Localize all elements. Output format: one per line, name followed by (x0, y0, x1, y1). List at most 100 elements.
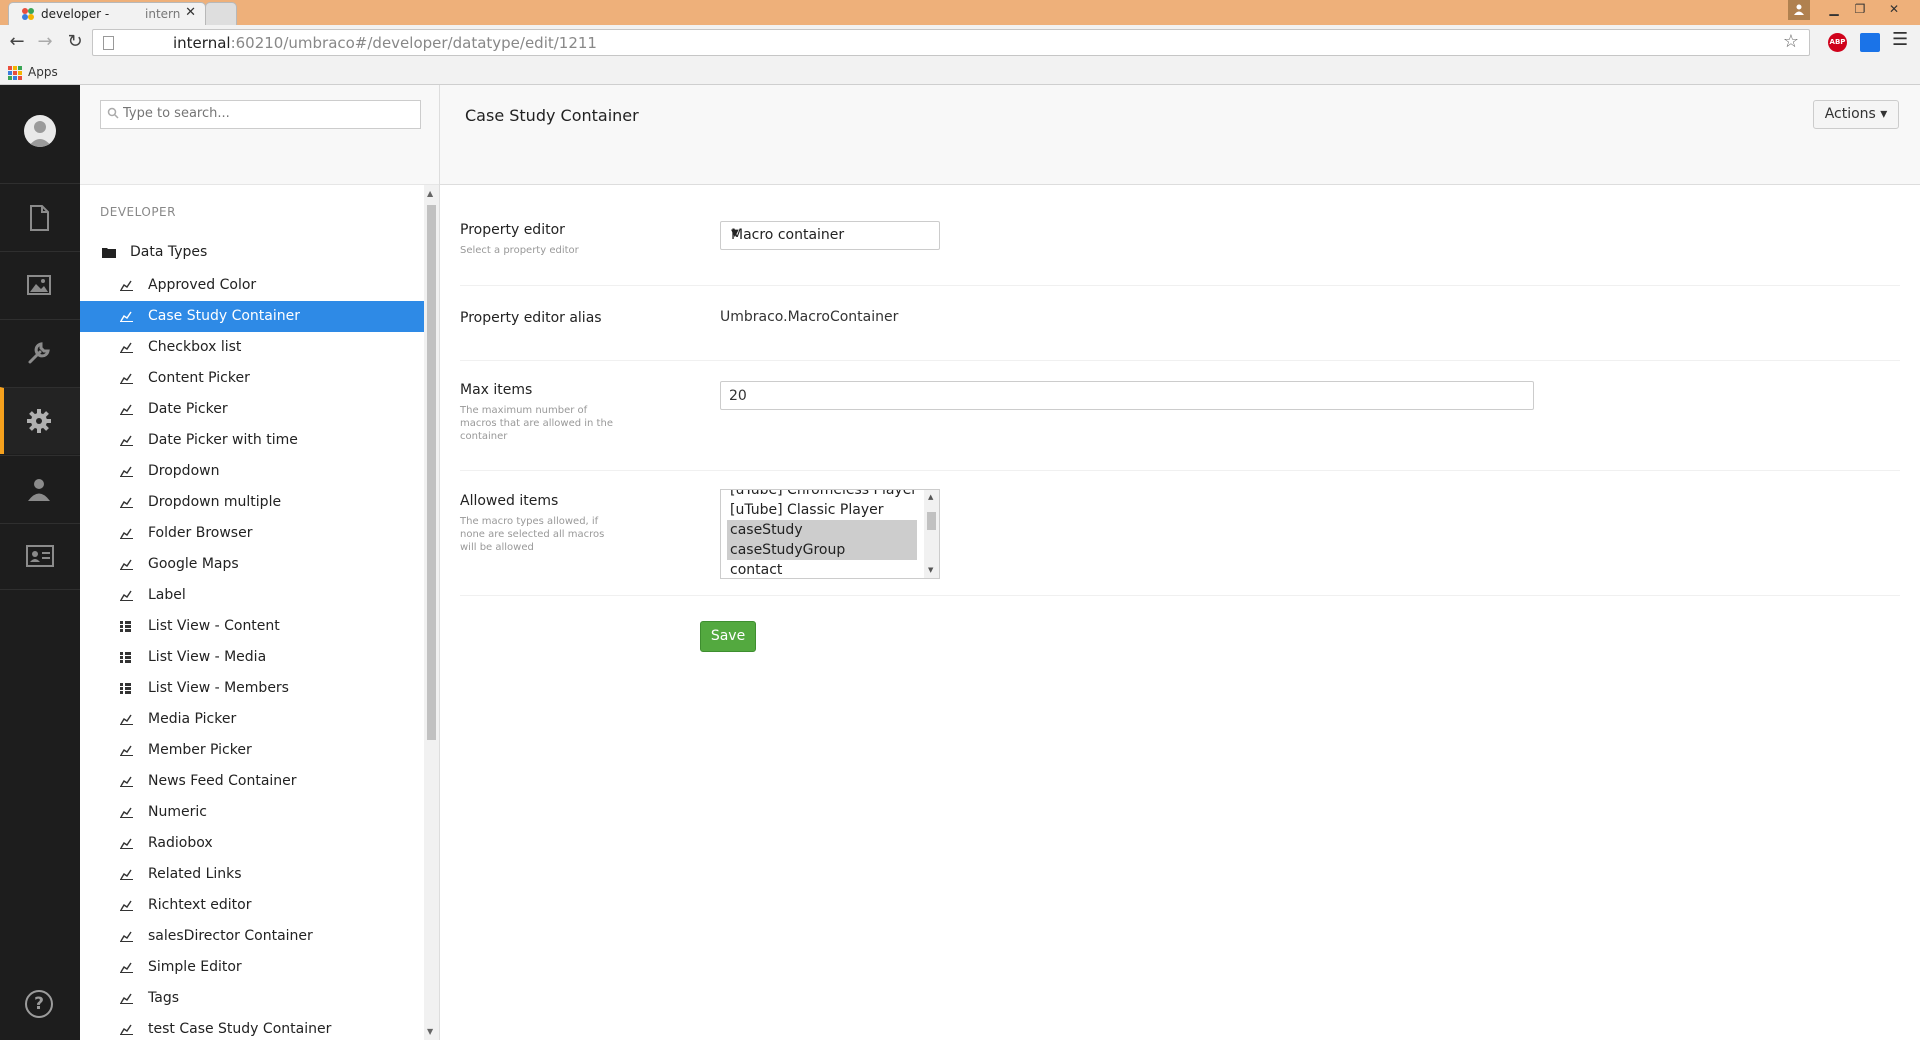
datatype-icon (120, 838, 133, 849)
forward-arrow-icon[interactable]: → (34, 31, 56, 53)
tree-list: Approved Color Case Study Container Checkb… (80, 270, 424, 1040)
section-users[interactable] (0, 455, 80, 522)
allowed-item-option[interactable]: [uTube] Chromeless Player M (727, 490, 917, 500)
tree-item[interactable]: Member Picker (80, 735, 424, 766)
window-restore-button[interactable]: ❐ (1848, 0, 1872, 20)
tree-item[interactable]: Radiobox (80, 828, 424, 859)
tree-item[interactable]: Case Study Container (80, 301, 424, 332)
section-developer[interactable] (0, 387, 80, 454)
datatype-icon (120, 931, 133, 942)
actions-dropdown-button[interactable]: Actions ▾ (1813, 100, 1899, 129)
tree-section-title: DEVELOPER (100, 205, 176, 219)
datatype-icon (120, 435, 133, 446)
save-button[interactable]: Save (700, 621, 756, 652)
scroll-down-arrow-icon[interactable]: ▼ (427, 1027, 433, 1036)
tree-item[interactable]: Checkbox list (80, 332, 424, 363)
datatype-icon (120, 869, 133, 880)
tab-title: developer - (41, 7, 110, 21)
section-media[interactable] (0, 251, 80, 318)
tree-search-box[interactable] (100, 100, 421, 129)
tree-item-label: Approved Color (148, 277, 257, 293)
tree-item-label: Case Study Container (148, 308, 300, 324)
tree-item[interactable]: List View - Members (80, 673, 424, 704)
listbox-scrollbar[interactable]: ▲ ▼ (924, 490, 939, 578)
datatype-icon (120, 590, 133, 601)
window-close-button[interactable]: ✕ (1874, 0, 1914, 20)
tree-search-input[interactable] (123, 106, 413, 121)
tree-item[interactable]: Label (80, 580, 424, 611)
allowed-item-option[interactable]: caseStudy (727, 520, 917, 540)
address-bar[interactable]: internal:60210/umbraco#/developer/dataty… (92, 29, 1810, 56)
max-items-row: Max items The maximum number of macros t… (460, 361, 1900, 471)
apps-bookmark[interactable]: Apps (28, 65, 58, 79)
tree-scrollbar[interactable]: ▲ ▼ (424, 185, 439, 1040)
folder-icon (102, 248, 116, 258)
tree-item[interactable]: News Feed Container (80, 766, 424, 797)
section-content[interactable] (0, 183, 80, 250)
new-tab-button[interactable] (205, 2, 237, 25)
listbox-scroll-down-icon[interactable]: ▼ (928, 566, 933, 574)
listbox-scroll-up-icon[interactable]: ▲ (928, 493, 933, 501)
bookmark-star-icon[interactable]: ☆ (1783, 31, 1799, 52)
property-editor-description: Select a property editor (460, 245, 579, 256)
tree-item[interactable]: List View - Content (80, 611, 424, 642)
tree-item[interactable]: Numeric (80, 797, 424, 828)
property-editor-row: Property editor Select a property editor… (460, 186, 1900, 286)
datatype-icon (120, 745, 133, 756)
tree-item[interactable]: Tags (80, 983, 424, 1014)
umbraco-favicon-icon (22, 8, 34, 20)
tree-item[interactable]: Google Maps (80, 549, 424, 580)
tree-item[interactable]: Media Picker (80, 704, 424, 735)
datatype-icon (120, 311, 133, 322)
tree-item[interactable]: Approved Color (80, 270, 424, 301)
listbox-scroll-thumb[interactable] (927, 512, 936, 530)
section-members[interactable] (0, 523, 80, 590)
tree-item[interactable]: Dropdown (80, 456, 424, 487)
section-sidebar: ? (0, 85, 80, 1040)
allowed-item-option[interactable]: [uTube] Classic Player (727, 500, 917, 520)
tree-item[interactable]: Richtext editor (80, 890, 424, 921)
tree-item-label: Dropdown (148, 463, 220, 479)
tree-item[interactable]: Folder Browser (80, 518, 424, 549)
tree-item-label: List View - Media (148, 649, 267, 665)
tree-item[interactable]: test Case Study Container (80, 1014, 424, 1040)
datatype-icon (120, 776, 133, 787)
browser-menu-icon[interactable]: ☰ (1892, 29, 1908, 50)
browser-user-icon[interactable] (1788, 0, 1810, 20)
back-arrow-icon[interactable]: ← (6, 31, 28, 53)
help-icon[interactable]: ? (25, 990, 53, 1018)
tree-item-label: List View - Members (148, 680, 289, 696)
reload-icon[interactable]: ↻ (64, 31, 86, 53)
scroll-up-arrow-icon[interactable]: ▲ (427, 189, 433, 198)
tree-item[interactable]: Simple Editor (80, 952, 424, 983)
tree-item[interactable]: Related Links (80, 859, 424, 890)
apps-grid-icon[interactable] (8, 66, 22, 80)
browser-tab-active[interactable]: developer - intern ✕ (8, 2, 206, 25)
url-text[interactable]: internal:60210/umbraco#/developer/dataty… (173, 34, 597, 52)
tree-item-label: test Case Study Container (148, 1021, 332, 1037)
max-items-input[interactable] (720, 381, 1534, 410)
adblock-extension-icon[interactable]: ABP (1828, 33, 1847, 52)
tree-item[interactable]: Content Picker (80, 363, 424, 394)
tab-close-icon[interactable]: ✕ (185, 5, 196, 20)
chevron-down-icon: ▼ (731, 228, 739, 239)
cast-extension-icon[interactable] (1860, 33, 1880, 52)
tree-item-label: Numeric (148, 804, 207, 820)
tree-item[interactable]: Dropdown multiple (80, 487, 424, 518)
tree-panel: DEVELOPER Data Types Approved Color Case … (80, 85, 440, 1040)
window-minimize-button[interactable]: ▁ (1822, 0, 1846, 20)
allowed-item-option[interactable]: caseStudyGroup (727, 540, 917, 560)
tree-item[interactable]: Date Picker (80, 394, 424, 425)
tree-item[interactable]: List View - Media (80, 642, 424, 673)
tree-item-label: Media Picker (148, 711, 237, 727)
tree-item[interactable]: salesDirector Container (80, 921, 424, 952)
section-settings[interactable] (0, 319, 80, 386)
property-editor-select[interactable]: Macro container ▼ (720, 221, 940, 250)
tree-item[interactable]: Date Picker with time (80, 425, 424, 456)
page-title: Case Study Container (465, 106, 639, 125)
tree-scrollbar-thumb[interactable] (427, 205, 436, 740)
allowed-items-listbox[interactable]: [uTube] Chromeless Player M [uTube] Class… (720, 489, 940, 579)
user-avatar[interactable] (24, 115, 56, 147)
allowed-item-option[interactable]: contact (727, 560, 917, 578)
datatype-icon (120, 404, 133, 415)
